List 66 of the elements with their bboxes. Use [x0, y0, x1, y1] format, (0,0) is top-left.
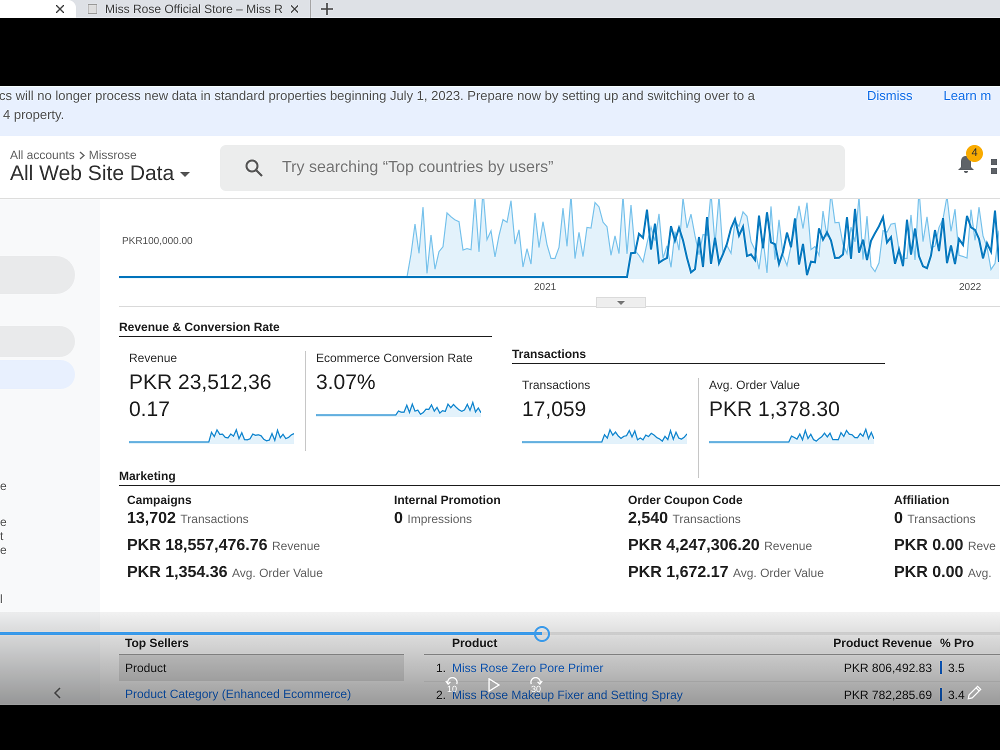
- stat-text: PKR 18,557,476.76 Revenue: [127, 537, 322, 555]
- column-title: Order Coupon Code: [628, 493, 744, 507]
- sidebar-label[interactable]: e: [0, 479, 7, 493]
- bell-icon[interactable]: [957, 154, 975, 174]
- collapse-toggle[interactable]: [596, 297, 646, 308]
- notification-badge: 4: [966, 144, 983, 162]
- close-icon[interactable]: [56, 5, 64, 13]
- metric-value: 3.07%: [316, 370, 377, 396]
- breadcrumb-link[interactable]: All accounts: [10, 148, 75, 162]
- stat-text: 13,702 Transactions: [127, 510, 250, 528]
- section-title: Transactions: [512, 347, 885, 364]
- column-header: Product: [452, 636, 498, 650]
- axis-label: 2022: [959, 282, 982, 293]
- metric-value: 17,059: [522, 397, 588, 423]
- metric-value: PKR 1,378.30: [709, 397, 841, 423]
- play-icon[interactable]: [488, 678, 500, 692]
- rewind-icon: [445, 677, 459, 685]
- sidebar-label[interactable]: l: [0, 592, 7, 606]
- favicon-icon: [88, 4, 97, 14]
- stat-text: PKR 1,354.36 Avg. Order Value: [127, 564, 324, 582]
- metric-label: Transactions: [522, 378, 592, 392]
- column-title: Affiliation: [894, 493, 950, 507]
- chevron-right-icon: [78, 150, 85, 160]
- sidebar-label[interactable]: t: [0, 529, 7, 543]
- metric-label: Avg. Order Value: [709, 378, 801, 392]
- axis-label: 2021: [534, 282, 556, 293]
- view-selector[interactable]: All Web Site Data: [10, 162, 220, 186]
- row-index: 1.: [434, 661, 446, 675]
- dismiss-link[interactable]: Dismiss: [867, 86, 912, 105]
- seek-handle[interactable]: [534, 626, 550, 642]
- search-field[interactable]: Try searching “Top countries by users”: [220, 145, 845, 191]
- section-title: Revenue & Conversion Rate: [119, 320, 492, 337]
- stat-text: PKR 1,672.17 Avg. Order Value: [628, 564, 825, 582]
- axis-label: PKR100,000.00: [122, 236, 193, 247]
- chevron-left-icon[interactable]: [53, 687, 61, 699]
- apps-icon[interactable]: [991, 159, 997, 175]
- column-title: Campaigns: [127, 493, 193, 507]
- metric-label: Revenue: [129, 351, 178, 365]
- pencil-icon[interactable]: [966, 684, 983, 701]
- row-index: 2.: [434, 688, 446, 702]
- column-header: Product Revenue: [832, 636, 932, 650]
- product-link[interactable]: Miss Rose Zero Pore Primer: [452, 661, 812, 675]
- sidebar-label[interactable]: e: [0, 515, 7, 529]
- table-cell-text: PKR 806,492.83: [842, 661, 932, 675]
- stat-text: 2,540 Transactions: [628, 510, 742, 528]
- sidebar-label[interactable]: e: [0, 543, 7, 557]
- metric-label: Ecommerce Conversion Rate: [316, 351, 474, 365]
- new-tab-icon[interactable]: [321, 3, 333, 15]
- learn-more-link[interactable]: Learn m: [944, 86, 992, 105]
- stat-text: PKR 0.00 Avg.: [894, 564, 993, 582]
- caret-icon: [180, 172, 190, 176]
- metric-value: PKR 23,512,36 0.17: [129, 370, 272, 423]
- close-icon[interactable]: [290, 5, 298, 13]
- breadcrumb-link[interactable]: Missrose: [88, 148, 137, 162]
- stat-text: PKR 0.00 Reve: [894, 537, 997, 555]
- section-title: Marketing: [119, 469, 1000, 486]
- forward-icon: [529, 677, 543, 685]
- column-header: % Pro: [940, 636, 976, 650]
- stat-text: 0 Transactions: [894, 510, 977, 528]
- stat-text: 0 Impressions: [394, 510, 474, 528]
- search-icon: [245, 159, 263, 177]
- stat-text: PKR 4,247,306.20 Revenue: [628, 537, 814, 555]
- dimension-item[interactable]: Product: [119, 655, 404, 681]
- table-cell-text: PKR 782,285.69: [842, 688, 932, 702]
- column-title: Internal Promotion: [394, 493, 502, 507]
- caret-icon: [617, 300, 625, 304]
